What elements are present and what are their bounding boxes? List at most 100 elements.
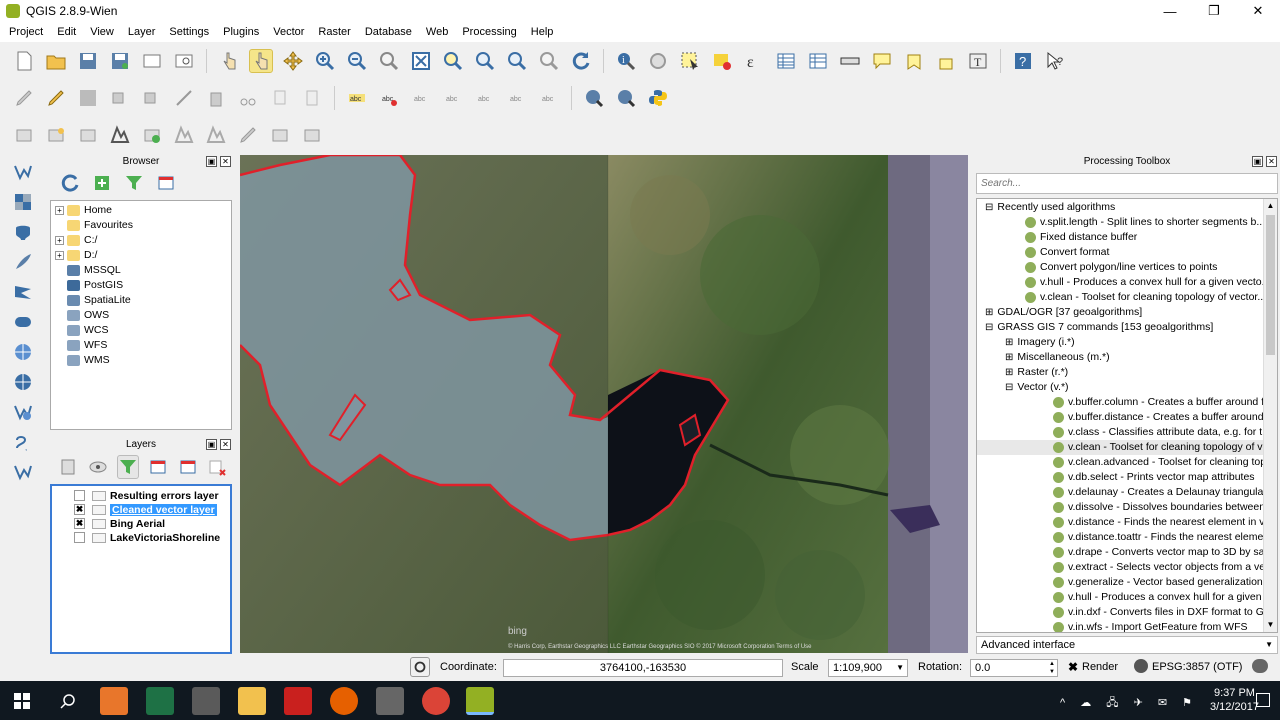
map-tips-icon[interactable]: [870, 49, 894, 73]
layer-visibility-checkbox[interactable]: [74, 532, 85, 543]
paint-app-icon[interactable]: [100, 687, 128, 715]
expand-toggle-icon[interactable]: ⊞: [1005, 337, 1013, 348]
add-postgis-layer-icon[interactable]: [10, 219, 36, 245]
add-wfs-icon[interactable]: [10, 399, 36, 425]
save-project-icon[interactable]: [76, 49, 100, 73]
refresh-icon[interactable]: [569, 49, 593, 73]
new-bookmark-icon[interactable]: [902, 49, 926, 73]
refresh-browser-icon[interactable]: [58, 171, 82, 195]
acrobat-app-icon[interactable]: [284, 687, 312, 715]
metasearch-icon[interactable]: [582, 86, 606, 110]
expand-toggle-icon[interactable]: ⊞: [1005, 352, 1013, 363]
zoom-to-layer-icon[interactable]: [473, 49, 497, 73]
menu-raster[interactable]: Raster: [311, 26, 357, 38]
browser-item[interactable]: +WFS: [55, 338, 227, 353]
file-explorer-icon[interactable]: [238, 687, 266, 715]
crs-status[interactable]: EPSG:3857 (OTF): [1152, 661, 1242, 673]
menu-vector[interactable]: Vector: [266, 26, 311, 38]
cut-features-icon[interactable]: [236, 86, 260, 110]
add-feature-icon[interactable]: [108, 86, 132, 110]
move-label-icon[interactable]: abc: [441, 86, 465, 110]
edit-label-icon[interactable]: abc: [537, 86, 561, 110]
add-vector-icon[interactable]: [10, 159, 36, 185]
processing-group[interactable]: ⊟ Vector (v.*): [977, 380, 1277, 395]
paste-features-icon[interactable]: [300, 86, 324, 110]
zoom-last-icon[interactable]: [505, 49, 529, 73]
layer-visibility-checkbox[interactable]: ✖: [74, 518, 85, 529]
processing-algorithm[interactable]: v.extract - Selects vector objects from …: [977, 560, 1277, 575]
processing-algorithm[interactable]: v.hull - Produces a convex hull for a gi…: [977, 590, 1277, 605]
add-oracle-layer-icon[interactable]: [10, 309, 36, 335]
scale-combobox[interactable]: 1:109,900 ▼: [828, 659, 908, 677]
processing-algorithm[interactable]: v.generalize - Vector based generalizati…: [977, 575, 1277, 590]
processing-algorithm[interactable]: Convert format: [977, 245, 1277, 260]
browser-item[interactable]: +WMS: [55, 353, 227, 368]
spin-arrows-icon[interactable]: ▲ ▼: [1049, 660, 1055, 676]
processing-algorithm[interactable]: v.split.length - Split lines to shorter …: [977, 215, 1277, 230]
add-wms-icon[interactable]: [10, 339, 36, 365]
crs-globe-icon[interactable]: [1134, 659, 1148, 673]
filter-legend-icon[interactable]: [117, 455, 140, 479]
menu-edit[interactable]: Edit: [50, 26, 83, 38]
collapse-all-icon[interactable]: [154, 171, 178, 195]
excel-app-icon[interactable]: [146, 687, 174, 715]
processing-group[interactable]: ⊟ GRASS GIS 7 commands [153 geoalgorithms…: [977, 320, 1277, 335]
browser-item[interactable]: + Home: [55, 203, 227, 218]
toggle-extents-icon[interactable]: [410, 657, 430, 677]
processing-algorithm[interactable]: v.buffer.column - Creates a buffer aroun…: [977, 395, 1277, 410]
notifications-icon[interactable]: [1256, 693, 1270, 707]
metasearch-alt-icon[interactable]: [614, 86, 638, 110]
python-console-icon[interactable]: [646, 86, 670, 110]
composer-manager-icon[interactable]: [172, 49, 196, 73]
identify-features-icon[interactable]: i: [614, 49, 638, 73]
scrollbar-thumb[interactable]: [1266, 215, 1275, 355]
processing-group[interactable]: ⊞ Miscellaneous (m.*): [977, 350, 1277, 365]
coordinate-field[interactable]: 3764100,-163530: [503, 659, 783, 677]
system-tray-icons[interactable]: ^ ☁ 🖧 ✈ ✉ ⚑: [1060, 694, 1198, 713]
layer-item[interactable]: ✖ Cleaned vector layer: [54, 503, 228, 517]
zoom-in-icon[interactable]: [313, 49, 337, 73]
deselect-features-icon[interactable]: [710, 49, 734, 73]
windows-start-icon[interactable]: [14, 693, 30, 709]
processing-group[interactable]: ⊞ GDAL/OGR [37 geoalgorithms]: [977, 305, 1277, 320]
add-vector-layer-icon[interactable]: [12, 123, 36, 147]
browser-item[interactable]: +SpatiaLite: [55, 293, 227, 308]
map-canvas[interactable]: bing © Harris Corp, Earthstar Geographic…: [240, 155, 968, 653]
processing-algorithm[interactable]: Convert polygon/line vertices to points: [977, 260, 1277, 275]
layer-item[interactable]: LakeVictoriaShoreline: [54, 531, 228, 545]
layer-item[interactable]: Resulting errors layer: [54, 489, 228, 503]
add-postgis-icon[interactable]: [204, 123, 228, 147]
restore-button[interactable]: ❐: [1192, 0, 1236, 22]
layer-visibility-checkbox[interactable]: ✖: [74, 504, 85, 515]
layer-style-icon[interactable]: [58, 455, 80, 479]
layer-visibility-checkbox[interactable]: [74, 490, 85, 501]
processing-group[interactable]: ⊞ Raster (r.*): [977, 365, 1277, 380]
new-project-icon[interactable]: [12, 49, 36, 73]
menu-web[interactable]: Web: [419, 26, 455, 38]
expand-toggle-icon[interactable]: +: [55, 205, 64, 215]
processing-algorithm[interactable]: v.distance - Finds the nearest element i…: [977, 515, 1277, 530]
add-selected-layers-icon[interactable]: [90, 171, 114, 195]
chrome-app-icon[interactable]: [422, 687, 450, 715]
processing-algorithm[interactable]: v.dissolve - Dissolves boundaries betwee…: [977, 500, 1277, 515]
rotate-label-icon[interactable]: abc: [473, 86, 497, 110]
interface-mode-select[interactable]: Advanced interface ▼: [976, 636, 1278, 654]
firefox-app-icon[interactable]: [330, 687, 358, 715]
zoom-full-icon[interactable]: [409, 49, 433, 73]
browser-item[interactable]: + C:/: [55, 233, 227, 248]
text-annotation-icon[interactable]: T: [966, 49, 990, 73]
select-features-icon[interactable]: [678, 49, 702, 73]
processing-algorithm[interactable]: v.in.wfs - Import GetFeature from WFS: [977, 620, 1277, 632]
processing-algorithm[interactable]: v.clean.advanced - Toolset for cleaning …: [977, 455, 1277, 470]
manage-visibility-icon[interactable]: [88, 455, 110, 479]
zoom-native-icon[interactable]: [377, 49, 401, 73]
add-mssql-layer-icon[interactable]: [10, 279, 36, 305]
clock[interactable]: 9:37 PM 3/12/2017: [1210, 686, 1259, 714]
minimize-button[interactable]: —: [1148, 0, 1192, 22]
menu-plugins[interactable]: Plugins: [216, 26, 266, 38]
measure-line-icon[interactable]: [838, 49, 862, 73]
processing-algorithm[interactable]: v.class - Classifies attribute data, e.g…: [977, 425, 1277, 440]
filter-browser-icon[interactable]: [122, 171, 146, 195]
new-shapefile-icon[interactable]: [268, 123, 292, 147]
menu-help[interactable]: Help: [524, 26, 561, 38]
